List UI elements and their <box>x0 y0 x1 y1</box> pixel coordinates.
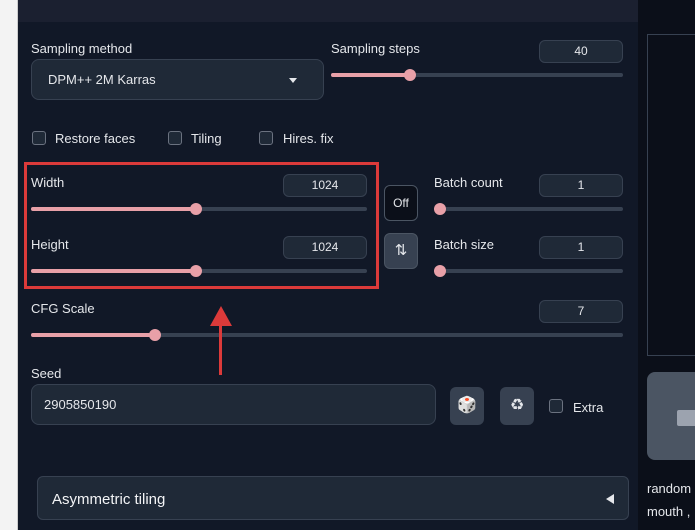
sampling-steps-label: Sampling steps <box>331 41 420 56</box>
tiling-checkbox[interactable] <box>168 131 182 145</box>
batch-count-slider[interactable] <box>434 203 623 215</box>
swap-dimensions-button[interactable]: ⇅ <box>384 233 418 269</box>
reuse-seed-button[interactable]: ♻ <box>500 387 534 425</box>
batch-count-input[interactable]: 1 <box>539 174 623 197</box>
caption-line-2: mouth , <box>647 504 691 519</box>
size-highlight-box <box>24 162 379 289</box>
sampling-steps-input[interactable]: 40 <box>539 40 623 63</box>
batch-count-label: Batch count <box>434 175 503 190</box>
cfg-scale-input[interactable]: 7 <box>539 300 623 323</box>
batch-size-label: Batch size <box>434 237 494 252</box>
top-bar <box>18 0 638 22</box>
slider-fill <box>31 333 156 337</box>
aspect-lock-off-button[interactable]: Off <box>384 185 418 221</box>
slider-fill <box>331 73 410 77</box>
batch-size-input[interactable]: 1 <box>539 236 623 259</box>
slider-handle[interactable] <box>434 265 446 277</box>
tiling-label: Tiling <box>191 131 222 146</box>
asymmetric-tiling-accordion[interactable]: Asymmetric tiling <box>37 476 629 520</box>
restore-faces-label: Restore faces <box>55 131 136 146</box>
cfg-scale-label: CFG Scale <box>31 301 95 316</box>
seed-label: Seed <box>31 366 62 381</box>
caret-left-icon <box>606 494 614 504</box>
recycle-icon: ♻ <box>509 397 525 414</box>
batch-size-slider[interactable] <box>434 265 623 277</box>
sampling-steps-slider[interactable] <box>331 69 623 81</box>
output-thumbnail[interactable] <box>647 372 695 460</box>
sampling-method-dropdown[interactable]: DPM++ 2M Karras <box>31 59 324 100</box>
hires-fix-checkbox[interactable] <box>259 131 273 145</box>
accordion-title: Asymmetric tiling <box>52 491 166 508</box>
caption-line-1: random <box>647 481 692 496</box>
dice-icon: 🎲 <box>457 397 477 414</box>
random-seed-button[interactable]: 🎲 <box>450 387 484 425</box>
slider-handle[interactable] <box>434 203 446 215</box>
chevron-down-icon <box>289 78 297 83</box>
hires-fix-label: Hires. fix <box>283 131 334 146</box>
slider-handle[interactable] <box>403 69 416 81</box>
annotation-arrow-shaft <box>219 322 222 375</box>
extra-seed-checkbox[interactable] <box>549 399 563 413</box>
swap-arrows-icon: ⇅ <box>394 242 408 259</box>
restore-faces-checkbox[interactable] <box>32 131 46 145</box>
left-page-strip <box>0 0 18 530</box>
extra-seed-label: Extra <box>573 400 604 415</box>
output-gallery[interactable] <box>647 34 695 356</box>
seed-input[interactable]: 2905850190 <box>31 384 436 425</box>
sampling-method-label: Sampling method <box>31 41 133 56</box>
cfg-scale-slider[interactable] <box>31 329 623 341</box>
sampling-method-value: DPM++ 2M Karras <box>48 72 156 87</box>
